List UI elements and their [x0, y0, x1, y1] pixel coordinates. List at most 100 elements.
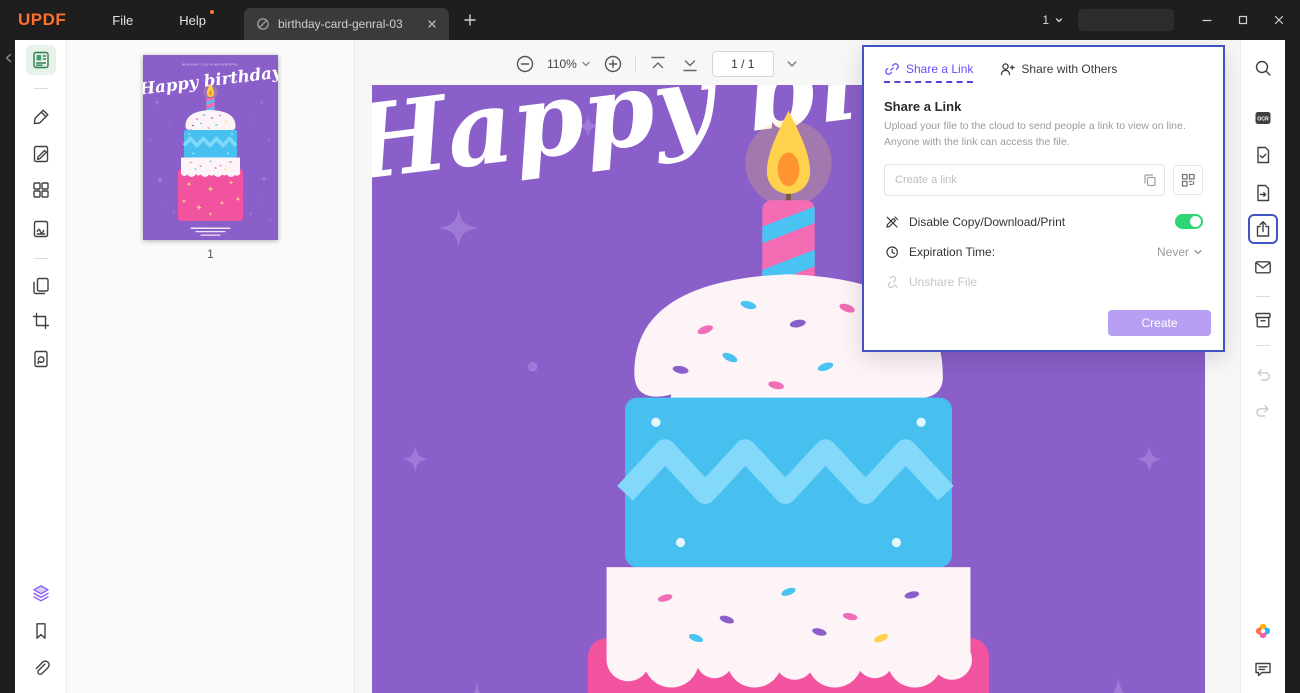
create-button[interactable]: Create [1108, 310, 1211, 336]
close-button[interactable] [1272, 13, 1286, 27]
mail-icon [1255, 261, 1271, 274]
zoom-out-icon [516, 55, 534, 73]
menu-file[interactable]: File [112, 13, 133, 28]
bookmark-button[interactable] [26, 616, 56, 646]
zoom-in-button[interactable] [603, 54, 623, 74]
annotate-icon [33, 109, 48, 125]
chevron-left-icon [5, 53, 12, 63]
convert-icon [33, 350, 48, 368]
svg-text:OCR: OCR [1257, 116, 1269, 122]
minimize-button[interactable] [1200, 13, 1214, 27]
layers-icon [32, 585, 49, 602]
compress-button[interactable] [1248, 140, 1278, 170]
doc-arrow-icon [1257, 184, 1270, 202]
titlebar-field[interactable] [1078, 9, 1174, 31]
expiration-dropdown[interactable]: Never [1157, 245, 1203, 259]
zoom-in-icon [604, 55, 622, 73]
disable-copy-toggle[interactable] [1175, 214, 1203, 229]
canvas-toolbar: 110% 1 / 1 [515, 49, 798, 79]
organize-icon [32, 182, 49, 198]
comment-icon [1255, 662, 1271, 677]
organize-pages-button[interactable] [26, 175, 56, 205]
unlink-icon [887, 275, 898, 288]
titlebar: UPDF File Help birthday-card-genral-03 1 [0, 0, 1300, 40]
tab-share-a-link[interactable]: Share a Link [884, 61, 974, 83]
pages-button[interactable] [26, 271, 56, 301]
tab-share-with-others[interactable]: Share with Others [999, 61, 1117, 83]
comments-button[interactable] [1248, 654, 1278, 684]
chevron-down-icon [1194, 249, 1202, 254]
scroll-bottom-icon [683, 60, 697, 72]
email-button[interactable] [1248, 252, 1278, 282]
tab-close-icon[interactable] [427, 19, 437, 29]
convert-button[interactable] [26, 344, 56, 374]
app-window: 1 110% 1 / 1 Share a Link Share with Oth… [15, 40, 1285, 693]
panel-collapse-button[interactable] [3, 52, 15, 64]
ocr-button[interactable]: OCR [1248, 103, 1278, 133]
expiration-label: Expiration Time: [909, 244, 996, 259]
copy-icon [1144, 173, 1156, 186]
archive-icon [1255, 312, 1271, 328]
divider [33, 88, 48, 89]
layers-button[interactable] [26, 578, 56, 608]
share-button[interactable] [1248, 214, 1278, 244]
redo-icon [1256, 405, 1269, 417]
menu-help[interactable]: Help [179, 9, 214, 28]
shared-status-icon [257, 18, 269, 30]
annotate-button[interactable] [26, 102, 56, 132]
page-thumbnail[interactable] [143, 55, 278, 240]
create-link-input[interactable] [884, 163, 1165, 196]
pen-slash-icon [886, 215, 899, 228]
divider [33, 258, 48, 259]
copy-link-button[interactable] [1142, 172, 1158, 188]
document-canvas: 110% 1 / 1 Share a Link Share with Other… [355, 40, 1240, 693]
right-toolbar: OCR [1240, 40, 1285, 693]
page-indicator[interactable]: 1 / 1 [711, 51, 774, 77]
zoom-out-button[interactable] [515, 54, 535, 74]
page-count-dropdown[interactable]: 1 [1042, 13, 1064, 27]
scroll-to-bottom-button[interactable] [680, 54, 700, 74]
chevron-down-icon [787, 61, 797, 67]
share-link-description: Upload your file to the cloud to send pe… [884, 120, 1186, 148]
page-nav-dropdown[interactable] [786, 58, 798, 70]
new-tab-button[interactable] [463, 13, 477, 27]
undo-button[interactable] [1248, 360, 1278, 390]
edit-icon [33, 145, 48, 163]
redo-button[interactable] [1248, 396, 1278, 426]
qr-code-button[interactable] [1173, 164, 1203, 195]
search-icon [1255, 60, 1271, 76]
share-icon [1256, 221, 1270, 237]
notification-dot [209, 9, 214, 14]
paperclip-icon [35, 660, 50, 675]
divider [1256, 345, 1270, 346]
thumbnail-page-number: 1 [207, 247, 214, 261]
thumbnail-panel-button[interactable] [25, 45, 56, 75]
search-button[interactable] [1248, 53, 1278, 83]
attachment-button[interactable] [26, 654, 56, 684]
fill-sign-button[interactable] [26, 214, 56, 244]
zoom-level-dropdown[interactable]: 110% [547, 57, 591, 71]
save-button[interactable] [1248, 305, 1278, 335]
disable-copy-label: Disable Copy/Download/Print [909, 214, 1066, 229]
scroll-to-top-button[interactable] [648, 54, 668, 74]
document-tab[interactable]: birthday-card-genral-03 [243, 8, 449, 40]
crop-button[interactable] [26, 306, 56, 336]
pages-icon [32, 277, 49, 295]
crop-icon [32, 312, 49, 330]
thumbnails-icon [32, 51, 49, 69]
share-popup: Share a Link Share with Others Share a L… [862, 45, 1225, 352]
expiration-clock-icon [886, 245, 898, 258]
tab-title: birthday-card-genral-03 [277, 17, 403, 31]
maximize-button[interactable] [1236, 13, 1250, 27]
export-button[interactable] [1248, 178, 1278, 208]
app-logo: UPDF [18, 10, 67, 29]
bookmark-icon [35, 623, 46, 639]
share-popup-tabs: Share a Link Share with Others [864, 47, 1223, 83]
person-plus-icon [1001, 63, 1016, 76]
create-link-row [884, 163, 1203, 196]
divider [1256, 296, 1270, 297]
edit-pdf-button[interactable] [26, 139, 56, 169]
updf-ai-button[interactable] [1248, 616, 1278, 646]
disable-copy-row: Disable Copy/Download/Print [884, 207, 1203, 237]
scroll-top-icon [651, 56, 665, 69]
